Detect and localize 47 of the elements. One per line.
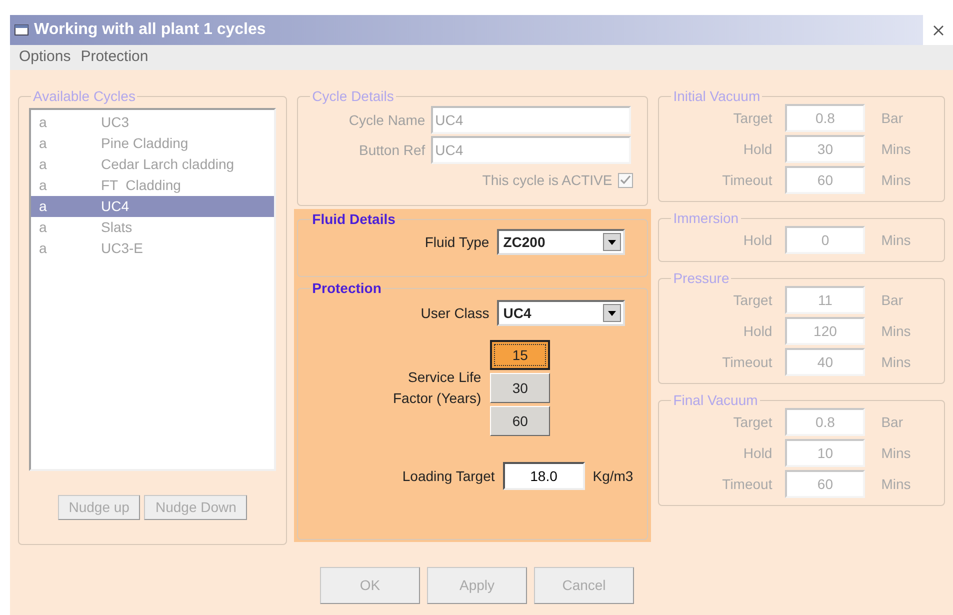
years-option-button[interactable]: 15 xyxy=(490,340,550,370)
field-label: Target xyxy=(732,412,772,432)
field-label: Hold xyxy=(742,230,772,250)
field-label: Hold xyxy=(742,322,772,340)
field-label: Button Ref xyxy=(358,140,426,160)
field-label: Cycle Name xyxy=(348,110,426,130)
unit-label: Mins xyxy=(881,230,911,250)
group-title: Initial Vacuum xyxy=(672,88,762,104)
unit-label: Bar xyxy=(881,412,904,432)
menu-item[interactable]: Options xyxy=(19,46,71,69)
window-title: Working with all plant 1 cycles xyxy=(34,20,266,40)
active-label: This cycle is ACTIVE xyxy=(482,171,612,190)
unit-label: Mins xyxy=(881,474,911,494)
field-label: Timeout xyxy=(721,352,772,372)
user-class-dropdown[interactable]: UC4 xyxy=(497,300,626,326)
group-title: Pressure xyxy=(672,270,730,286)
field-label: Target xyxy=(732,108,772,128)
unit-label: Kg/m3 xyxy=(592,466,634,486)
group-title: Cycle Details xyxy=(311,88,395,104)
unit-label: Mins xyxy=(881,444,911,462)
field-label: Timeout xyxy=(721,170,772,190)
group-title: Immersion xyxy=(672,210,740,226)
group-title: Final Vacuum xyxy=(672,392,759,408)
close-icon[interactable] xyxy=(932,24,944,36)
group-title: Protection xyxy=(311,280,382,296)
field-label: Service Life Factor (Years) xyxy=(392,368,482,408)
field-label: User Class xyxy=(420,304,490,322)
years-option-button[interactable]: 30 xyxy=(490,373,550,403)
years-option-button[interactable]: 60 xyxy=(490,406,550,436)
field-label: Target xyxy=(732,290,772,310)
unit-label: Mins xyxy=(881,170,911,190)
window-icon xyxy=(14,23,30,37)
field-label: Fluid Type xyxy=(424,232,490,252)
field-label: Hold xyxy=(742,444,772,462)
unit-label: Bar xyxy=(881,290,904,310)
field-label: Timeout xyxy=(721,474,772,494)
menu-item[interactable]: Protection xyxy=(80,46,148,69)
unit-label: Mins xyxy=(881,322,911,340)
field-label: Loading Target xyxy=(402,466,495,486)
group-title: Available Cycles xyxy=(32,88,136,104)
field-label: Hold xyxy=(742,140,772,158)
unit-label: Bar xyxy=(881,108,904,128)
unit-label: Mins xyxy=(881,140,911,158)
fluid-type-dropdown[interactable]: ZC200 xyxy=(497,229,626,255)
loading-target-field[interactable]: 18.0 xyxy=(502,462,585,490)
group-title: Fluid Details xyxy=(311,211,396,227)
unit-label: Mins xyxy=(881,352,911,372)
